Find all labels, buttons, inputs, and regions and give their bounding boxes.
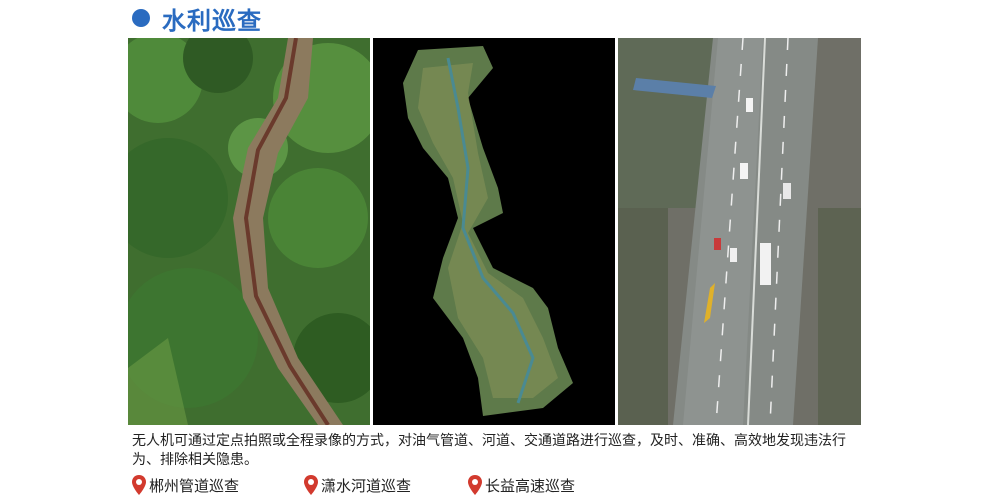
caption-highway: 长益高速巡查 bbox=[468, 473, 575, 497]
caption-label: 潇水河道巡查 bbox=[321, 476, 412, 495]
caption-river: 潇水河道巡查 bbox=[304, 473, 411, 497]
caption-pipeline: 郴州管道巡查 bbox=[132, 473, 239, 497]
description-text: 无人机可通过定点拍照或全程录像的方式，对油气管道、河道、交通道路进行巡查，及时、… bbox=[132, 433, 846, 468]
section-title: 水利巡查 bbox=[162, 6, 262, 35]
location-pin-icon bbox=[468, 475, 482, 495]
section-header: 水利巡查 bbox=[132, 3, 262, 35]
location-pin-icon bbox=[132, 475, 146, 495]
photo-strip bbox=[128, 38, 861, 425]
river-orthomosaic-photo bbox=[373, 38, 615, 425]
location-pin-icon bbox=[304, 475, 318, 495]
highway-photo bbox=[618, 38, 861, 425]
bullet-dot-icon bbox=[132, 9, 150, 27]
caption-label: 郴州管道巡查 bbox=[149, 476, 240, 495]
caption-label: 长益高速巡查 bbox=[485, 476, 576, 495]
pipeline-photo bbox=[128, 38, 370, 425]
photo-captions: 郴州管道巡查 潇水河道巡查 长益高速巡查 bbox=[132, 473, 872, 497]
